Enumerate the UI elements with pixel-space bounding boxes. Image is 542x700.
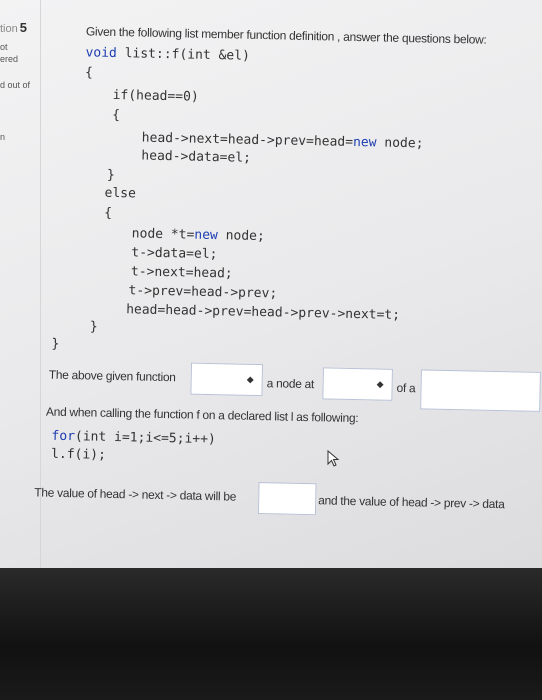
code-line: { xyxy=(112,107,121,124)
monitor-bezel xyxy=(0,568,542,700)
question2-text: The value of head -> next -> data will b… xyxy=(34,485,237,504)
loop-code: l.f(i); xyxy=(50,446,107,463)
code-line: else xyxy=(104,185,137,202)
question1-text: The above given function xyxy=(48,367,176,385)
code-line: { xyxy=(84,65,94,81)
chevron-updown-icon: ◆ xyxy=(376,379,384,390)
code-line: node *t=new node; xyxy=(131,226,265,245)
instructions: Given the following list member function… xyxy=(85,24,487,47)
code-line: t->next=head; xyxy=(130,264,233,282)
calling-text: And when calling the function f on a dec… xyxy=(45,404,359,426)
code-line: void list::f(int &el) xyxy=(85,45,251,64)
code-line: head=head->prev=head->prev->next=t; xyxy=(125,302,401,323)
question1-text: a node at xyxy=(266,376,315,392)
screen: tion 5 ot ered d out of n Given the follo… xyxy=(0,0,542,568)
code-line: t->prev=head->prev; xyxy=(128,283,278,302)
code-line: } xyxy=(89,319,98,335)
question-content: Given the following list member function… xyxy=(0,0,542,568)
next-data-input[interactable] xyxy=(257,482,317,516)
code-line: } xyxy=(106,167,115,183)
code-line: t->data=el; xyxy=(131,245,218,263)
code-line: } xyxy=(51,336,60,352)
chevron-updown-icon: ◆ xyxy=(246,374,254,385)
code-line: if(head==0) xyxy=(112,87,199,105)
position-dropdown[interactable]: ◆ xyxy=(322,367,393,401)
question1-text: of a xyxy=(396,380,416,396)
question2-text: and the value of head -> prev -> data xyxy=(318,493,505,512)
mouse-cursor-icon xyxy=(327,450,340,467)
list-type-dropdown[interactable] xyxy=(420,369,541,412)
code-line: { xyxy=(104,205,113,221)
code-line: head->data=el; xyxy=(141,148,252,166)
action-dropdown[interactable]: ◆ xyxy=(190,362,264,397)
